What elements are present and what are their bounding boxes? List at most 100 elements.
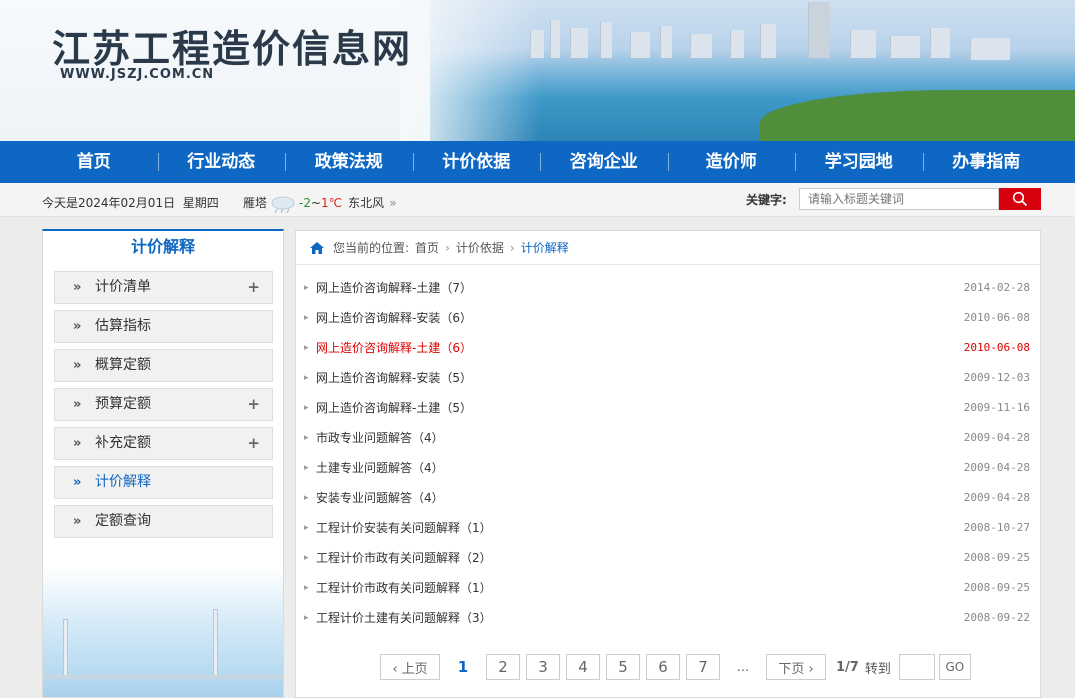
weather-more-link[interactable]: » (389, 196, 396, 210)
article-title[interactable]: 土建专业问题解答（4） (316, 461, 444, 475)
page-total: 1/7 (836, 659, 859, 675)
article-title[interactable]: 工程计价市政有关问题解释（1） (316, 581, 492, 595)
snow-cloud-icon (269, 195, 297, 213)
article-date: 2010-06-08 (963, 341, 1030, 354)
prev-page-button[interactable]: ‹ 上页 (380, 654, 440, 680)
bullet-icon: ▸ (304, 613, 309, 623)
double-chevron-icon: » (73, 436, 82, 451)
article-title[interactable]: 工程计价市政有关问题解释（2） (316, 551, 492, 565)
double-chevron-icon: » (73, 280, 82, 295)
article-date: 2008-10-27 (963, 521, 1030, 534)
sidebar-item-quota-query[interactable]: » 定额查询 (54, 505, 273, 538)
article-row[interactable]: ▸ 土建专业问题解答（4） 2009-04-28 (296, 453, 1040, 483)
article-row[interactable]: ▸ 网上造价咨询解释-土建（6） 2010-06-08 (296, 333, 1040, 363)
page-2-button[interactable]: 2 (486, 654, 520, 680)
sidebar-item-supplementary-quota[interactable]: » 补充定额 + (54, 427, 273, 460)
weather-city: 雁塔 (243, 196, 268, 210)
page-6-button[interactable]: 6 (646, 654, 680, 680)
nav-item-consulting[interactable]: 咨询企业 (540, 141, 668, 183)
article-title[interactable]: 网上造价咨询解释-土建（7） (316, 281, 472, 295)
nav-item-industry-news[interactable]: 行业动态 (157, 141, 286, 183)
expand-plus-icon[interactable]: + (247, 428, 260, 459)
nav-item-learning[interactable]: 学习园地 (795, 141, 923, 183)
double-chevron-icon: » (73, 397, 82, 412)
next-page-button[interactable]: 下页 › (766, 654, 826, 680)
breadcrumb: 您当前的位置: 首页 › 计价依据 › 计价解释 (296, 231, 1040, 265)
goto-label: 转到 (864, 661, 891, 677)
page-3-button[interactable]: 3 (526, 654, 560, 680)
sidebar-item-rough-quota[interactable]: » 概算定额 (54, 349, 273, 382)
sidebar-item-label: 计价清单 (95, 279, 151, 295)
temp-high: 1℃ (321, 195, 343, 210)
goto-page-input[interactable] (898, 654, 935, 680)
home-icon (310, 241, 324, 254)
sidebar-item-budget-quota[interactable]: » 预算定额 + (54, 388, 273, 421)
bullet-icon: ▸ (304, 313, 309, 323)
article-row[interactable]: ▸ 工程计价土建有关问题解释（3） 2008-09-22 (296, 603, 1040, 633)
info-bar: 今天是2024年02月01日 星期四 雁塔 -2 ~ 1℃ 东北风 » 关键字: (0, 183, 1075, 217)
bullet-icon: ▸ (304, 343, 309, 353)
article-date: 2008-09-22 (963, 611, 1030, 624)
article-date: 2009-12-03 (963, 371, 1030, 384)
article-row[interactable]: ▸ 网上造价咨询解释-土建（5） 2009-11-16 (296, 393, 1040, 423)
pagination: ‹ 上页 1 2 3 4 5 6 7 ... 下页 › 1/7 转到 GO (380, 653, 977, 681)
double-chevron-icon: » (73, 319, 82, 334)
article-row[interactable]: ▸ 网上造价咨询解释-土建（7） 2014-02-28 (296, 273, 1040, 303)
page-4-button[interactable]: 4 (566, 654, 600, 680)
article-row[interactable]: ▸ 网上造价咨询解释-安装（6） 2010-06-08 (296, 303, 1040, 333)
article-row[interactable]: ▸ 工程计价市政有关问题解释（1） 2008-09-25 (296, 573, 1040, 603)
weather-widget: 雁塔 -2 ~ 1℃ 东北风 » (243, 194, 397, 213)
date-text: 今天是2024年02月01日 星期四 (42, 196, 219, 210)
article-title[interactable]: 网上造价咨询解释-安装（5） (316, 371, 472, 385)
article-row[interactable]: ▸ 市政专业问题解答（4） 2009-04-28 (296, 423, 1040, 453)
article-date: 2009-04-28 (963, 491, 1030, 504)
breadcrumb-separator: › (509, 240, 515, 255)
sidebar-item-label: 定额查询 (95, 513, 151, 529)
expand-plus-icon[interactable]: + (247, 272, 260, 303)
keyword-label: 关键字: (746, 193, 787, 207)
sidebar-item-pricing-list[interactable]: » 计价清单 + (54, 271, 273, 304)
wind: 东北风 (348, 196, 385, 210)
nav-item-policy[interactable]: 政策法规 (285, 141, 413, 183)
page-5-button[interactable]: 5 (606, 654, 640, 680)
site-title[interactable]: 江苏工程造价信息网 (52, 18, 412, 73)
magnifier-icon (1012, 191, 1028, 207)
double-chevron-icon: » (73, 475, 82, 490)
article-title[interactable]: 安装专业问题解答（4） (316, 491, 444, 505)
article-title[interactable]: 工程计价土建有关问题解释（3） (316, 611, 492, 625)
article-list: ▸ 网上造价咨询解释-土建（7） 2014-02-28 ▸ 网上造价咨询解释-安装（6）… (296, 273, 1040, 633)
sidebar-item-label: 计价解释 (95, 474, 151, 490)
article-row[interactable]: ▸ 安装专业问题解答（4） 2009-04-28 (296, 483, 1040, 513)
page-7-button[interactable]: 7 (686, 654, 720, 680)
breadcrumb-pricing-basis[interactable]: 计价依据 (456, 239, 504, 256)
article-title[interactable]: 网上造价咨询解释-土建（6） (316, 341, 472, 355)
breadcrumb-current[interactable]: 计价解释 (521, 239, 569, 256)
nav-item-guide[interactable]: 办事指南 (922, 141, 1051, 183)
bullet-icon: ▸ (304, 583, 309, 593)
article-row[interactable]: ▸ 网上造价咨询解释-安装（5） 2009-12-03 (296, 363, 1040, 393)
double-chevron-icon: » (73, 358, 82, 373)
search-input[interactable] (799, 188, 999, 210)
expand-plus-icon[interactable]: + (247, 389, 260, 420)
left-sidebar: 计价解释 » 计价清单 + » 估算指标 » 概算定额 » 预算定额 + » 补… (42, 229, 284, 698)
nav-item-home[interactable]: 首页 (30, 141, 158, 183)
article-title[interactable]: 网上造价咨询解释-土建（5） (316, 401, 472, 415)
site-domain: WWW.JSZJ.COM.CN (60, 67, 215, 82)
nav-item-pricing-basis[interactable]: 计价依据 (412, 141, 541, 183)
article-date: 2014-02-28 (963, 281, 1030, 294)
sidebar-item-estimate-index[interactable]: » 估算指标 (54, 310, 273, 343)
bullet-icon: ▸ (304, 283, 309, 293)
article-row[interactable]: ▸ 工程计价市政有关问题解释（2） 2008-09-25 (296, 543, 1040, 573)
article-row[interactable]: ▸ 工程计价安装有关问题解释（1） 2008-10-27 (296, 513, 1040, 543)
article-title[interactable]: 工程计价安装有关问题解释（1） (316, 521, 492, 535)
article-title[interactable]: 网上造价咨询解释-安装（6） (316, 311, 472, 325)
current-page: 1 (446, 654, 480, 680)
go-button[interactable]: GO (938, 654, 971, 680)
nav-item-cost-engineer[interactable]: 造价师 (667, 141, 796, 183)
article-title[interactable]: 市政专业问题解答（4） (316, 431, 444, 445)
breadcrumb-home[interactable]: 首页 (415, 239, 439, 256)
bullet-icon: ▸ (304, 493, 309, 503)
sidebar-item-pricing-interpretation[interactable]: » 计价解释 (54, 466, 273, 499)
search-button[interactable] (999, 188, 1041, 210)
temp-low: -2 (299, 195, 311, 210)
